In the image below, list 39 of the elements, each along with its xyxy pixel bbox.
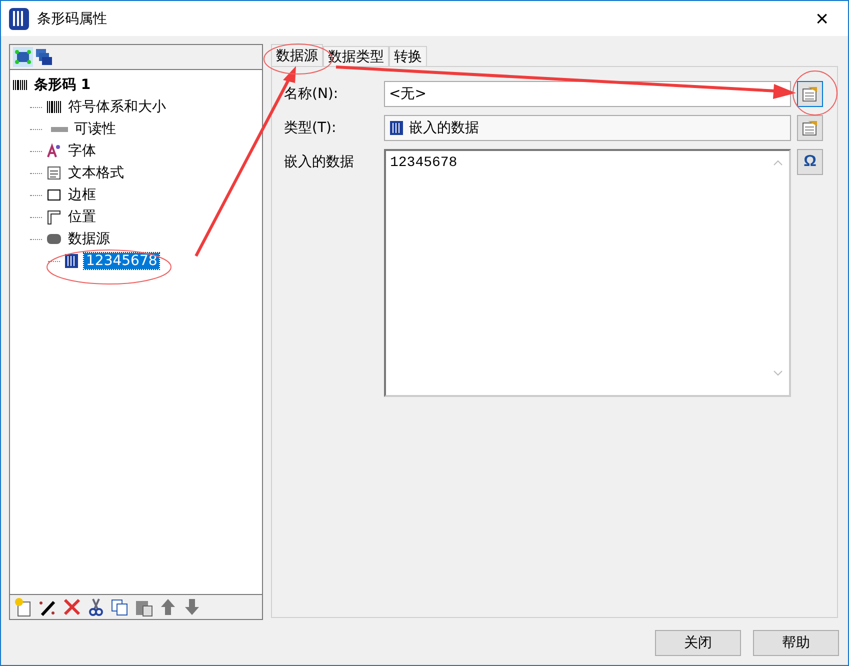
table-icon bbox=[802, 86, 818, 102]
data-text-area[interactable]: 12345678 bbox=[384, 149, 791, 398]
font-icon bbox=[46, 143, 62, 160]
app-icon bbox=[9, 8, 29, 30]
square-icon bbox=[46, 187, 62, 204]
close-button[interactable]: × bbox=[804, 4, 840, 34]
field-label: 名称(N): bbox=[284, 85, 340, 104]
tree-item[interactable]: 文本格式 bbox=[66, 164, 126, 182]
dialog-button[interactable]: 帮助 bbox=[753, 630, 839, 656]
field-label: 嵌入的数据 bbox=[284, 153, 355, 172]
name-field[interactable]: <无> bbox=[384, 81, 791, 108]
tree-item[interactable]: 数据源 bbox=[66, 230, 112, 248]
field-label: 类型(T): bbox=[284, 119, 338, 138]
window-title: 条形码属性 bbox=[37, 10, 108, 28]
tree-item[interactable]: 字体 bbox=[66, 142, 98, 160]
layers-icon[interactable] bbox=[35, 47, 53, 68]
tree-item[interactable]: 可读性 bbox=[72, 120, 118, 138]
browse-button[interactable] bbox=[797, 81, 823, 108]
type-field[interactable]: 嵌入的数据 bbox=[384, 115, 791, 142]
delete-icon[interactable] bbox=[61, 597, 83, 618]
tree-item[interactable]: 条形码 1 bbox=[32, 76, 93, 94]
tab[interactable]: 转换 bbox=[389, 46, 427, 66]
nodes-icon[interactable] bbox=[13, 47, 33, 68]
dialog-button[interactable]: 关闭 bbox=[655, 630, 741, 656]
tree-item[interactable]: 位置 bbox=[66, 208, 98, 226]
annotation-ellipse bbox=[792, 70, 838, 116]
tree-item[interactable]: 符号体系和大小 bbox=[66, 98, 168, 116]
symbol-button[interactable]: Ω bbox=[797, 149, 823, 176]
barcode-document-icon bbox=[389, 120, 405, 136]
tree-item[interactable]: 12345678 bbox=[84, 253, 160, 270]
ruler-icon bbox=[46, 209, 62, 226]
table-icon bbox=[802, 120, 818, 136]
field-value: 嵌入的数据 bbox=[409, 119, 479, 138]
browse-button[interactable] bbox=[797, 115, 823, 142]
barcode-icon bbox=[46, 99, 62, 116]
tab[interactable]: 数据源 bbox=[271, 44, 323, 66]
tree-item[interactable]: 边框 bbox=[66, 186, 98, 204]
text-format-icon bbox=[46, 165, 62, 182]
barcode-document-icon bbox=[64, 253, 80, 270]
